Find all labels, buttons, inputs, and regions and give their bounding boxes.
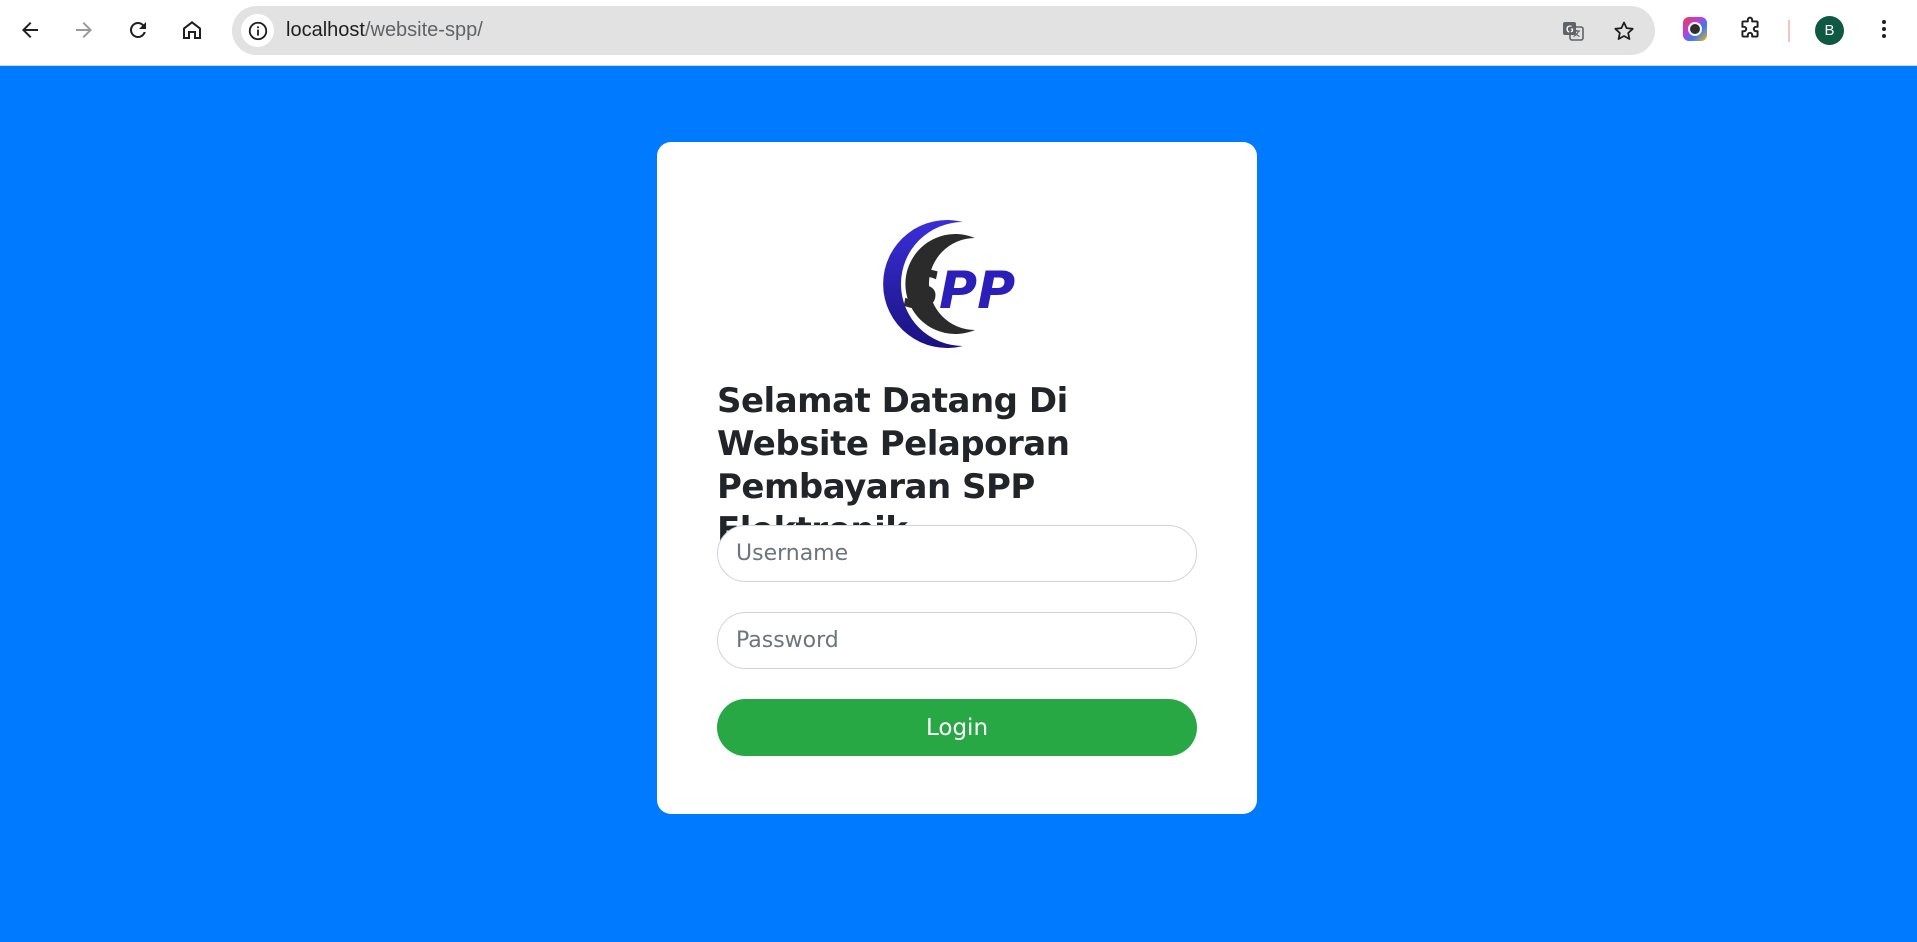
url-host: localhost bbox=[286, 19, 365, 41]
logo-letters-pp: PP bbox=[939, 261, 1015, 321]
profile-avatar[interactable]: B bbox=[1815, 16, 1844, 45]
puzzle-icon bbox=[1741, 16, 1759, 38]
address-bar[interactable]: localhost/website-spp/ G bbox=[232, 6, 1655, 55]
reload-button[interactable] bbox=[120, 12, 156, 48]
kebab-menu-icon bbox=[1882, 20, 1886, 38]
star-icon bbox=[1614, 21, 1634, 40]
url-text[interactable]: localhost/website-spp/ bbox=[286, 19, 483, 42]
spp-logo: S PP bbox=[883, 220, 1015, 348]
reload-icon bbox=[130, 21, 146, 38]
username-input[interactable] bbox=[718, 526, 1196, 581]
translate-icon: G bbox=[1563, 22, 1584, 41]
extension-color-button[interactable] bbox=[1679, 13, 1711, 45]
url-path: /website-spp/ bbox=[364, 19, 483, 41]
arrow-left-icon bbox=[22, 22, 38, 38]
browser-menu-button[interactable] bbox=[1868, 13, 1900, 45]
home-icon bbox=[183, 21, 201, 39]
arrow-right-icon bbox=[76, 22, 92, 38]
back-button[interactable] bbox=[12, 12, 48, 48]
bookmark-button[interactable] bbox=[1611, 18, 1637, 44]
forward-button[interactable] bbox=[66, 12, 102, 48]
login-button[interactable]: Login bbox=[717, 699, 1197, 756]
username-field[interactable] bbox=[717, 525, 1197, 582]
password-field[interactable] bbox=[717, 612, 1197, 669]
color-picker-icon bbox=[1683, 17, 1707, 41]
translate-button[interactable]: G bbox=[1560, 18, 1586, 44]
home-button[interactable] bbox=[174, 12, 210, 48]
site-info-button[interactable] bbox=[241, 14, 274, 47]
password-input[interactable] bbox=[718, 613, 1196, 668]
info-icon bbox=[248, 21, 267, 40]
extensions-button[interactable] bbox=[1734, 13, 1766, 45]
toolbar-divider bbox=[1788, 20, 1790, 42]
login-card: S PP Selamat Datang Di Website Pelaporan… bbox=[657, 142, 1257, 814]
browser-toolbar: localhost/website-spp/ G B bbox=[0, 0, 1917, 66]
logo-letter-s: S bbox=[903, 261, 940, 321]
